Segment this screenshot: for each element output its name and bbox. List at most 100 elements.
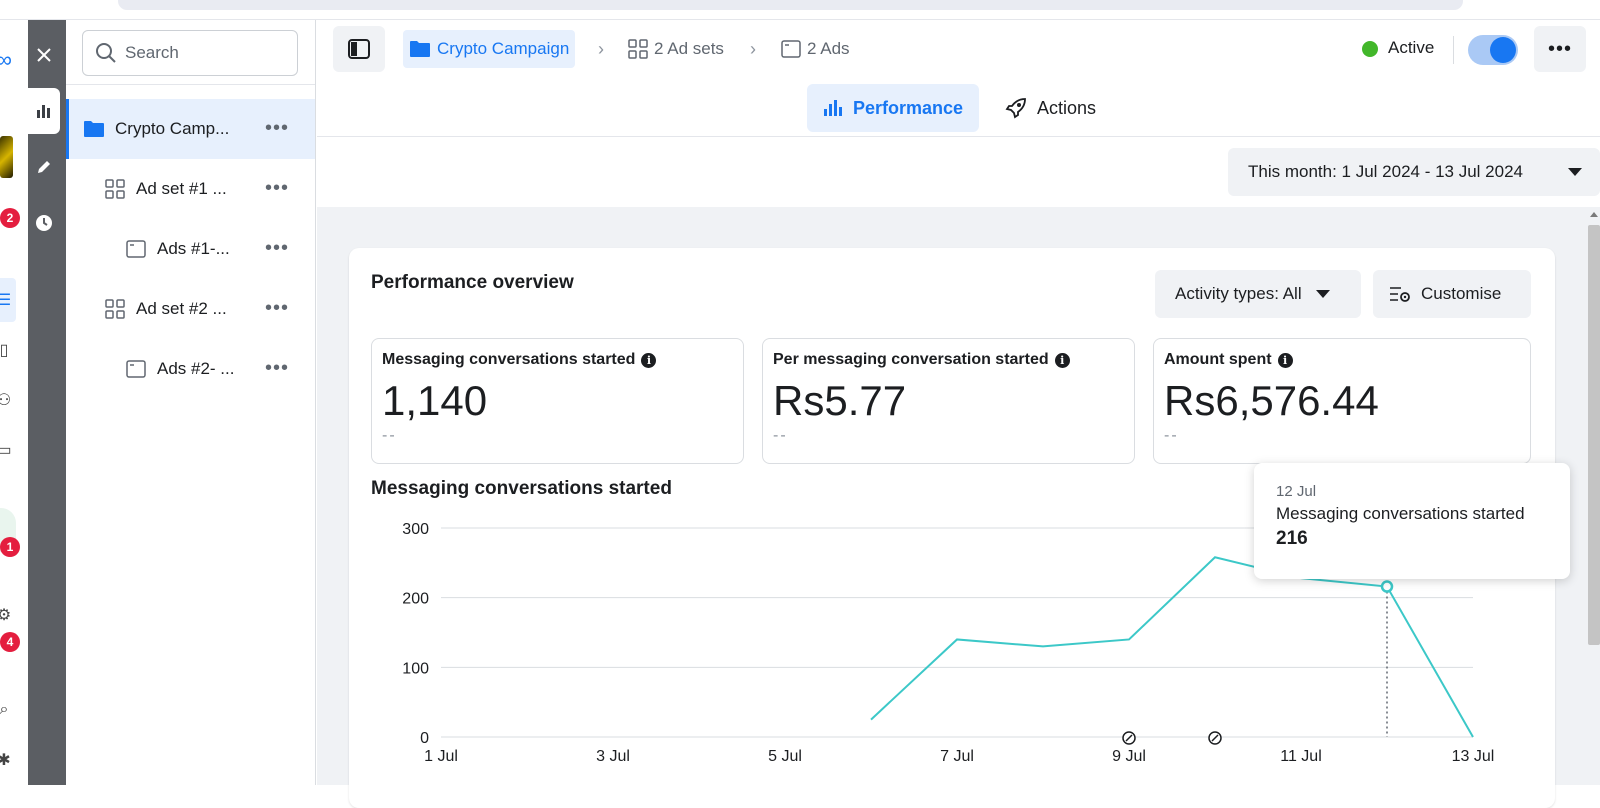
notification-badge: 2 <box>0 208 20 228</box>
scrollbar[interactable] <box>1588 225 1600 645</box>
info-icon[interactable]: i <box>641 352 657 368</box>
meta-logo-icon[interactable]: ∞ <box>0 47 14 72</box>
search-icon <box>96 43 116 63</box>
more-options-icon[interactable]: ••• <box>265 178 289 198</box>
date-range-label: This month: 1 Jul 2024 - 13 Jul 2024 <box>1248 162 1523 181</box>
people-icon[interactable]: ⚇ <box>0 390 14 410</box>
tree-item-label: Ads #1-... <box>157 239 230 258</box>
bar-chart-icon <box>823 99 843 117</box>
breadcrumb-label: 2 Ad sets <box>654 39 724 58</box>
app-rail: ∞ 2 ☰ ▯ ⚇ ▭ 1 ⚙ 4 ⌕ ✱ <box>0 20 28 785</box>
toggle-knob <box>1490 37 1516 63</box>
grid-icon <box>104 178 126 200</box>
chevron-right-icon: › <box>750 39 756 59</box>
tab-label: Actions <box>1037 97 1097 118</box>
status-dot-icon <box>1362 41 1378 57</box>
more-options-icon[interactable]: ••• <box>265 298 289 318</box>
x-tick-label: 7 Jul <box>940 748 974 765</box>
tree-item-adset-2[interactable]: Ad set #2 ... ••• <box>66 279 315 339</box>
bug-icon[interactable]: ✱ <box>0 750 14 770</box>
tree-item-ad-2[interactable]: Ads #2- ... ••• <box>66 339 315 399</box>
more-options-icon[interactable]: ••• <box>265 358 289 378</box>
activity-types-dropdown[interactable]: Activity types: All <box>1155 270 1361 318</box>
browser-address-strip <box>0 0 1600 20</box>
more-options-icon[interactable]: ••• <box>265 238 289 258</box>
list-icon[interactable]: ☰ <box>0 290 14 310</box>
caret-down-icon <box>1568 168 1582 176</box>
breadcrumb-label: 2 Ads <box>807 39 850 58</box>
metric-label-row: Messaging conversations started i <box>382 351 733 369</box>
sidebar-toggle-button[interactable] <box>333 26 385 72</box>
breadcrumb-label: Crypto Campaign <box>437 39 570 58</box>
tool-strip <box>28 20 66 785</box>
ad-icon <box>125 358 147 380</box>
info-icon[interactable]: i <box>1054 352 1070 368</box>
x-tick-label: 5 Jul <box>768 748 802 765</box>
divider <box>1453 36 1454 64</box>
notification-badge: 1 <box>0 537 20 557</box>
customise-icon <box>1389 285 1411 303</box>
breadcrumb-ads[interactable]: 2 Ads <box>775 30 856 68</box>
address-bar[interactable] <box>118 0 1463 10</box>
bar-chart-icon[interactable] <box>28 88 60 134</box>
scroll-up-arrow-icon[interactable] <box>1590 212 1598 217</box>
caret-down-icon <box>1315 290 1330 298</box>
info-icon[interactable]: i <box>1277 352 1293 368</box>
metric-label: Messaging conversations started <box>382 351 636 368</box>
tree-item-ad-1[interactable]: Ads #1-... ••• <box>66 219 315 279</box>
more-options-button[interactable]: ••• <box>1534 26 1586 72</box>
metric-label-row: Per messaging conversation started i <box>773 351 1124 369</box>
ad-icon <box>781 39 801 59</box>
metric-label: Amount spent <box>1164 351 1272 368</box>
divider <box>66 84 315 85</box>
metric-card[interactable]: Amount spent i Rs6,576.44 -- <box>1153 338 1531 464</box>
billing-icon[interactable]: ▭ <box>0 440 14 460</box>
document-icon[interactable]: ▯ <box>0 340 14 360</box>
tab-performance[interactable]: Performance <box>807 84 980 132</box>
pencil-icon[interactable] <box>28 144 60 190</box>
close-icon[interactable] <box>28 32 60 78</box>
metric-comparison: -- <box>1164 427 1179 444</box>
search-input[interactable] <box>125 43 285 63</box>
ad-icon <box>125 238 147 260</box>
x-tick-label: 1 Jul <box>424 748 458 765</box>
tree-item-label: Ads #2- ... <box>157 359 235 378</box>
more-options-icon[interactable]: ••• <box>265 118 289 138</box>
tab-actions[interactable]: Actions <box>989 84 1112 132</box>
metric-card[interactable]: Messaging conversations started i 1,140 -… <box>371 338 744 464</box>
x-tick-label: 11 Jul <box>1280 748 1322 765</box>
grid-icon <box>628 39 648 59</box>
chevron-right-icon: › <box>598 39 604 59</box>
date-range-picker[interactable]: This month: 1 Jul 2024 - 13 Jul 2024 <box>1228 148 1600 196</box>
campaign-active-toggle[interactable] <box>1468 35 1518 65</box>
breadcrumb-adsets[interactable]: 2 Ad sets <box>622 30 730 68</box>
dropdown-label: Activity types: All <box>1175 284 1302 303</box>
metric-label: Per messaging conversation started <box>773 351 1049 368</box>
metric-card[interactable]: Per messaging conversation started i Rs5.… <box>762 338 1135 464</box>
button-label: Customise <box>1421 284 1502 303</box>
metric-comparison: -- <box>773 427 788 444</box>
customise-button[interactable]: Customise <box>1373 270 1531 318</box>
folder-icon <box>83 118 105 140</box>
notification-badge: 4 <box>0 632 20 652</box>
x-tick-label: 3 Jul <box>596 748 630 765</box>
account-thumbnail[interactable] <box>0 136 13 178</box>
card-title: Performance overview <box>371 272 574 293</box>
settings-icon[interactable]: ⚙ <box>0 605 14 625</box>
tree-item-adset-1[interactable]: Ad set #1 ... ••• <box>66 159 315 219</box>
tree-item-campaign[interactable]: Crypto Camp... ••• <box>66 99 315 159</box>
clock-icon[interactable] <box>28 200 60 246</box>
highlighted-point <box>1380 580 1394 593</box>
sidebar-panel-icon <box>348 39 370 59</box>
y-tick-label: 100 <box>402 660 429 677</box>
tooltip-label: Messaging conversations started <box>1276 504 1525 523</box>
search-box[interactable] <box>82 30 298 76</box>
tree-item-label: Crypto Camp... <box>115 119 230 138</box>
breadcrumb-campaign[interactable]: Crypto Campaign <box>403 30 576 68</box>
search-icon[interactable]: ⌕ <box>0 700 14 720</box>
metric-label-row: Amount spent i <box>1164 351 1520 369</box>
x-tick-label: 9 Jul <box>1112 748 1146 765</box>
grid-icon <box>104 298 126 320</box>
y-tick-label: 200 <box>402 591 429 608</box>
metric-comparison: -- <box>382 427 397 444</box>
